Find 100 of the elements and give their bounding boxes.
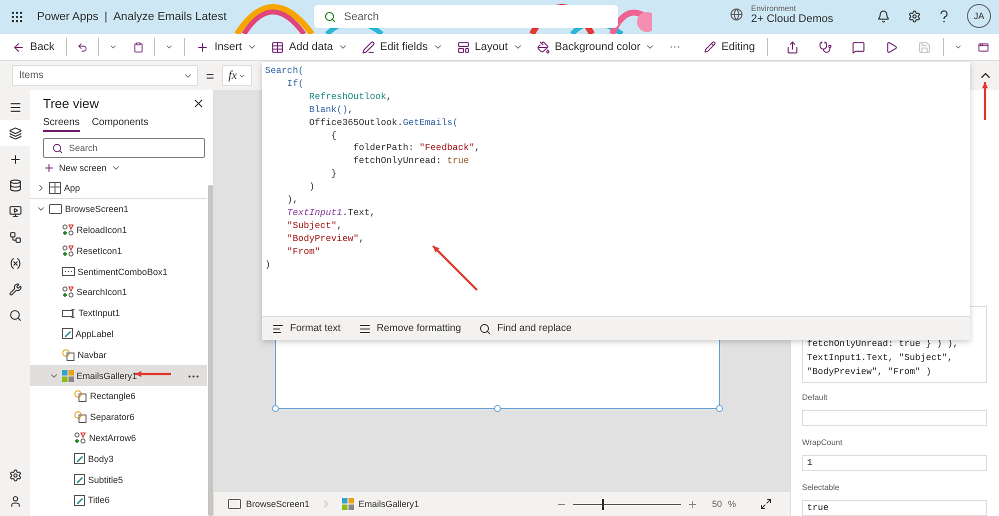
label-icon xyxy=(62,328,72,340)
share-icon xyxy=(786,40,799,54)
layout-icon xyxy=(456,40,470,54)
search-field[interactable]: Search xyxy=(43,138,205,158)
code-line: TextInput1.Text, xyxy=(286,206,376,220)
comment-button[interactable] xyxy=(850,40,867,54)
label-icon xyxy=(74,494,85,506)
title-separator: | xyxy=(104,11,108,23)
toolbar-button[interactable]: Back xyxy=(10,40,56,54)
tree-item[interactable]: TextInput1 xyxy=(30,302,207,324)
bell-icon[interactable] xyxy=(877,10,890,22)
tree-item[interactable]: AppLabel xyxy=(30,324,207,344)
panel-title: Tree view xyxy=(43,96,99,111)
code-line: ) xyxy=(265,258,271,272)
pencil-icon xyxy=(704,41,716,53)
plus-icon xyxy=(8,152,22,166)
tree-item[interactable]: EmailsGallery1 xyxy=(30,365,207,386)
icons-icon xyxy=(62,224,74,236)
undo-icon[interactable] xyxy=(77,40,88,54)
tree-item[interactable]: Subtitle5 xyxy=(30,469,207,490)
app-title: Analyze Emails Latest xyxy=(113,11,227,23)
resize-handle[interactable] xyxy=(716,405,723,412)
annotation-arrow xyxy=(135,370,171,378)
input-field[interactable] xyxy=(802,410,987,426)
annotation-arrow xyxy=(982,82,988,120)
stethoscope-button[interactable] xyxy=(816,40,834,54)
settings-icon[interactable] xyxy=(8,469,22,482)
screen-icon xyxy=(49,204,62,214)
property-dropdown[interactable]: Items xyxy=(12,65,198,86)
code-line: fetchOnlyUnread: true xyxy=(352,155,470,168)
pen-icon xyxy=(362,40,376,54)
gallery-icon xyxy=(62,370,74,382)
tree-item[interactable]: Body3 xyxy=(30,448,207,470)
label-icon xyxy=(74,453,85,464)
function-button[interactable]: fx xyxy=(222,65,252,86)
editing-button[interactable]: Editing xyxy=(702,41,758,53)
layers-button[interactable] xyxy=(0,120,30,146)
tab[interactable]: Components xyxy=(92,117,148,132)
zoom-unit: % xyxy=(728,499,736,509)
tree-item[interactable]: SentimentComboBox1 xyxy=(30,261,207,282)
toolbar-button[interactable]: Edit fields xyxy=(360,40,445,54)
search-field[interactable]: Search xyxy=(314,5,618,28)
label-icon xyxy=(74,474,85,486)
breadcrumb[interactable]: EmailsGallery1 xyxy=(338,498,424,510)
tree-item[interactable]: App xyxy=(30,178,207,199)
clipboard-icon[interactable] xyxy=(133,40,144,54)
tree-item[interactable]: Rectangle6 xyxy=(30,386,207,407)
annotation-arrow xyxy=(432,245,478,291)
breadcrumb[interactable]: BrowseScreen1 xyxy=(224,499,314,509)
database-icon xyxy=(8,178,22,192)
table-icon xyxy=(270,40,284,54)
shapes-icon xyxy=(62,348,74,361)
new-screen-button[interactable]: New screen xyxy=(43,162,121,174)
app-icon xyxy=(49,182,61,194)
environment-name[interactable]: 2+ Cloud Demos xyxy=(751,13,834,25)
editor-tool-button[interactable]: Remove formatting xyxy=(358,322,462,334)
media-icon xyxy=(8,204,22,218)
toolbar-button[interactable]: Layout xyxy=(454,40,525,54)
tree-item[interactable]: BrowseScreen1 xyxy=(30,198,207,220)
tree-item[interactable]: NextArrow6 xyxy=(30,428,207,448)
plus-icon xyxy=(196,40,210,54)
app-launcher-icon[interactable] xyxy=(10,10,24,24)
editor-tool-button[interactable]: Format text xyxy=(272,322,341,334)
zoom-in-icon[interactable] xyxy=(686,498,698,510)
tree-item[interactable]: Navbar xyxy=(30,344,207,366)
settings-icon[interactable] xyxy=(908,10,921,22)
input-field[interactable]: 1 xyxy=(802,455,987,471)
code-line: "From" xyxy=(286,246,320,259)
code-line: RefreshOutlook, xyxy=(308,90,392,104)
editor-tool-button[interactable]: Find and replace xyxy=(479,322,572,334)
user-icon[interactable] xyxy=(8,495,22,508)
code-line: ) xyxy=(308,181,315,194)
field-label: Default xyxy=(802,393,828,402)
tab[interactable]: Screens xyxy=(43,117,80,132)
slider-thumb[interactable] xyxy=(602,498,604,510)
resize-handle[interactable] xyxy=(272,405,279,412)
code-line: Office365Outlook.GetEmails( xyxy=(308,116,458,130)
resize-handle[interactable] xyxy=(494,405,501,412)
variable-icon xyxy=(8,256,22,270)
search-icon xyxy=(52,142,63,154)
plus-icon xyxy=(43,162,55,174)
tree-item[interactable]: Separator6 xyxy=(30,406,207,428)
tree-item[interactable]: ResetIcon1 xyxy=(30,240,207,262)
code-line: Blank(), xyxy=(308,104,354,117)
tree-item[interactable]: SearchIcon1 xyxy=(30,282,207,303)
field-label: WrapCount xyxy=(802,438,844,447)
tree-item[interactable]: ReloadIcon1 xyxy=(30,220,207,240)
scrollbar[interactable] xyxy=(208,185,213,516)
tree-item[interactable]: Title6 xyxy=(30,490,207,511)
expand-icon[interactable] xyxy=(760,498,772,510)
toolbar-button[interactable]: Add data xyxy=(268,40,350,54)
user-avatar[interactable]: JA xyxy=(967,4,991,28)
toolbar-button[interactable]: Background color xyxy=(534,40,658,54)
more-button[interactable]: ··· xyxy=(667,41,682,53)
code-line: If( xyxy=(286,78,304,91)
help-icon[interactable] xyxy=(939,10,949,22)
icons-icon xyxy=(62,244,74,257)
toolbar-button[interactable]: Insert xyxy=(194,40,259,54)
close-icon[interactable] xyxy=(192,97,205,110)
input-field[interactable]: true xyxy=(802,500,987,516)
